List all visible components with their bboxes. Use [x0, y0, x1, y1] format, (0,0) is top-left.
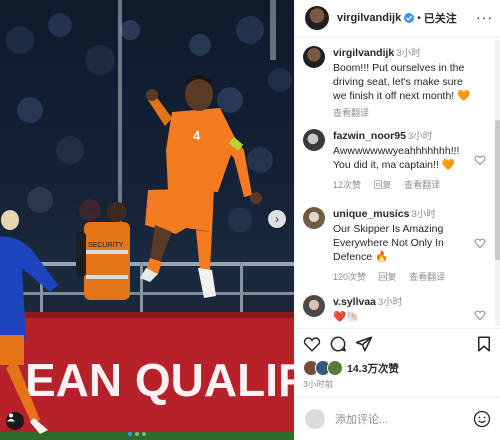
comment-text: Awwwwwwwyeahhhhhhh!!! You did it, ma cap…	[333, 145, 460, 171]
comments-scrollbar[interactable]	[495, 40, 500, 326]
comment-like-count[interactable]: 12次赞	[333, 180, 361, 190]
comment-username[interactable]: unique_musics	[333, 208, 409, 220]
comment-time: 3小时	[411, 209, 436, 220]
commenter-avatar[interactable]	[303, 129, 325, 151]
share-paper-plane-icon[interactable]	[355, 335, 373, 353]
comment-like-count[interactable]: 120次赞	[333, 272, 366, 282]
translate-link[interactable]: 查看翻译	[333, 108, 369, 118]
translate-link[interactable]: 查看翻译	[404, 180, 440, 190]
user-tag-icon	[7, 413, 15, 422]
post-timestamp: 3小时前	[303, 379, 334, 389]
carousel-dot-active	[128, 432, 132, 436]
comment-text: Boom!!! Put ourselves in the driving sea…	[333, 62, 471, 102]
commenter-avatar[interactable]	[303, 207, 325, 229]
instagram-post-view: EAN QUALIF SECURITY 4 › virgilvandijk • …	[0, 0, 500, 440]
add-comment-bar	[295, 396, 500, 440]
carousel-dot	[135, 432, 139, 436]
liker-avatars	[303, 359, 345, 377]
comments-list[interactable]: virgilvandijk 3小时 Boom!!! Put ourselves i…	[295, 37, 493, 327]
liker-avatar	[327, 360, 343, 376]
like-heart-icon[interactable]	[303, 335, 321, 353]
tagged-users-button[interactable]	[6, 412, 24, 430]
post-header: virgilvandijk • 已关注 ···	[295, 0, 500, 37]
likes-summary[interactable]: 14.3万次赞	[303, 358, 399, 378]
reply-link[interactable]: 回复	[374, 180, 392, 190]
follow-button[interactable]: 已关注	[424, 10, 457, 26]
header-separator: •	[417, 12, 421, 24]
like-comment-heart-icon[interactable]	[474, 154, 486, 166]
verified-badge-icon	[404, 13, 415, 23]
steward-vest-text: SECURITY	[88, 242, 124, 249]
post-actions-bar	[295, 328, 500, 357]
like-comment-heart-icon[interactable]	[474, 237, 486, 249]
comment-time: 3小时	[396, 48, 421, 59]
comment-time: 3小时	[407, 131, 433, 142]
comment-bubble-icon[interactable]	[329, 335, 347, 353]
commenter-avatar[interactable]	[303, 295, 325, 317]
post-side-panel: virgilvandijk • 已关注 ··· virgilvandijk 3小时…	[294, 0, 500, 440]
photo-illustration: EAN QUALIF SECURITY 4	[0, 0, 294, 440]
reply-link[interactable]: 回复	[379, 272, 397, 282]
post-photo[interactable]: EAN QUALIF SECURITY 4 ›	[0, 0, 294, 440]
more-options-icon[interactable]: ···	[476, 9, 493, 25]
like-comment-heart-icon[interactable]	[474, 309, 486, 321]
comment-time: 3小时	[378, 297, 403, 308]
likes-count[interactable]: 14.3万次赞	[347, 361, 399, 376]
carousel-dot	[142, 432, 146, 436]
author-username[interactable]: virgilvandijk	[337, 12, 401, 24]
current-user-avatar	[305, 409, 325, 429]
emoji-smiley-icon[interactable]	[473, 410, 491, 428]
comment-text: Our Skipper Is Amazing Everywhere Not On…	[333, 223, 444, 263]
comment-text: ❤️🐚	[333, 311, 360, 323]
jersey-number: 4	[193, 128, 201, 143]
carousel-indicator	[128, 432, 146, 436]
comment-username[interactable]: v.syllvaa	[333, 296, 376, 308]
banner-text: EAN QUALIF	[25, 354, 294, 406]
comment-username[interactable]: fazwin_noor95	[333, 130, 406, 142]
comment-input[interactable]	[333, 410, 457, 430]
comment-username[interactable]: virgilvandijk	[333, 47, 394, 59]
commenter-avatar[interactable]	[303, 46, 325, 68]
author-avatar[interactable]	[305, 6, 329, 30]
translate-link[interactable]: 查看翻译	[409, 272, 445, 282]
scrollbar-thumb[interactable]	[495, 120, 500, 260]
save-bookmark-icon[interactable]	[475, 335, 493, 353]
next-photo-button[interactable]: ›	[268, 210, 286, 228]
